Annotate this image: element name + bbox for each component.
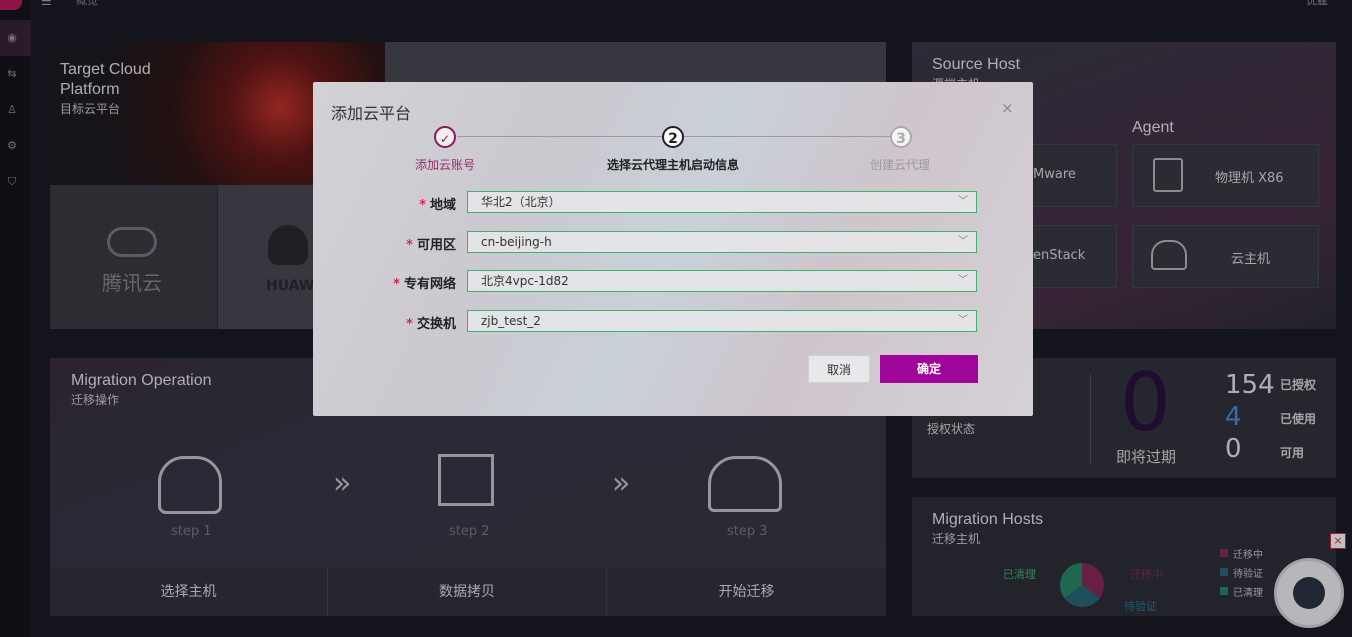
step-3-label: 创建云代理 bbox=[869, 158, 930, 172]
required-mark: * bbox=[406, 317, 413, 332]
step-2-label: 选择云代理主机启动信息 bbox=[606, 158, 739, 172]
close-icon[interactable]: × bbox=[1001, 99, 1014, 117]
required-mark: * bbox=[393, 277, 400, 292]
switch-value: zjb_test_2 bbox=[481, 314, 541, 328]
region-label-text: 地域 bbox=[429, 198, 456, 213]
add-cloud-platform-dialog: 添加云平台 × ✓ 2 3 添加云账号 选择云代理主机启动信息 创建云代理 * 地… bbox=[313, 82, 1033, 416]
vpc-value: 北京4vpc-1d82 bbox=[481, 274, 569, 288]
region-label: * 地域 bbox=[336, 194, 456, 213]
step-1-label: 添加云账号 bbox=[414, 158, 475, 172]
zone-value: cn-beijing-h bbox=[481, 235, 552, 249]
vpc-label: * 专有网络 bbox=[336, 273, 456, 292]
region-value: 华北2（北京） bbox=[481, 195, 561, 209]
region-select[interactable]: 华北2（北京） ﹀ bbox=[467, 191, 977, 213]
chevron-down-icon: ﹀ bbox=[958, 275, 968, 286]
required-mark: * bbox=[419, 198, 426, 213]
switch-label: * 交换机 bbox=[336, 313, 456, 332]
vpc-label-text: 专有网络 bbox=[403, 277, 456, 292]
switch-select[interactable]: zjb_test_2 ﹀ bbox=[467, 310, 977, 332]
zone-label: * 可用区 bbox=[336, 234, 456, 253]
chevron-down-icon: ﹀ bbox=[958, 236, 968, 247]
chevron-down-icon: ﹀ bbox=[958, 196, 968, 207]
dialog-title: 添加云平台 bbox=[331, 104, 412, 123]
cancel-button[interactable]: 取消 bbox=[808, 355, 870, 383]
chevron-down-icon: ﹀ bbox=[958, 315, 968, 326]
step-3-indicator: 3 bbox=[890, 126, 912, 148]
confirm-button[interactable]: 确定 bbox=[880, 355, 978, 383]
switch-label-text: 交换机 bbox=[416, 317, 456, 332]
zone-label-text: 可用区 bbox=[416, 238, 456, 253]
vpc-select[interactable]: 北京4vpc-1d82 ﹀ bbox=[467, 270, 977, 292]
zone-select[interactable]: cn-beijing-h ﹀ bbox=[467, 231, 977, 253]
step-2-indicator: 2 bbox=[662, 126, 684, 148]
step-1-check-icon: ✓ bbox=[434, 126, 456, 148]
required-mark: * bbox=[406, 238, 413, 253]
